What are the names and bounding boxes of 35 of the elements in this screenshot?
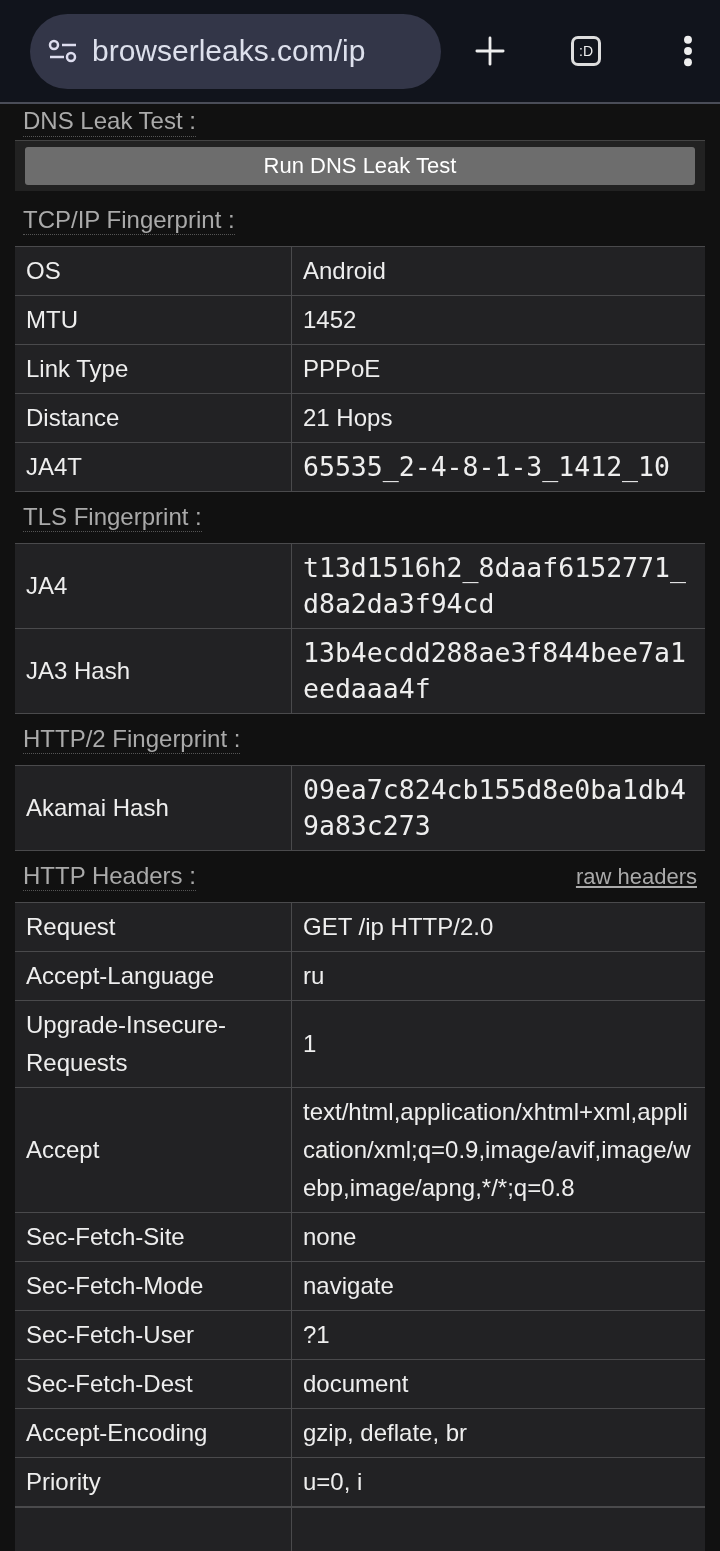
menu-icon[interactable] — [683, 35, 693, 67]
table-cell: Accept — [15, 1087, 292, 1213]
section-title: TCP/IP Fingerprint : — [23, 205, 235, 236]
new-tab-icon[interactable] — [475, 36, 505, 66]
table-cell: Accept-Encoding — [15, 1408, 292, 1458]
raw-headers-link[interactable]: raw headers — [575, 863, 697, 890]
table-cell: 09ea7c824cb155d8e0ba1db49a83c273 — [291, 765, 705, 851]
table-cell: Android — [291, 246, 705, 296]
section-title: HTTP/2 Fingerprint : — [23, 724, 241, 755]
site-settings-icon[interactable] — [48, 39, 78, 63]
table-cell: Distance — [15, 393, 292, 443]
url-text: browserleaks.com/ip — [92, 34, 366, 68]
table-cell: Sec-Fetch-Dest — [15, 1359, 292, 1409]
table-cell: Priority — [15, 1457, 292, 1507]
address-bar[interactable]: browserleaks.com/ip — [30, 13, 441, 89]
table-cell: Upgrade-Insecure-Requests — [15, 1000, 292, 1088]
table-cell: JA4T — [15, 442, 292, 492]
table-cell: Akamai Hash — [15, 765, 292, 851]
table-cell: GET /ip HTTP/2.0 — [291, 902, 705, 952]
table-cell: OS — [15, 246, 292, 296]
section-title: HTTP Headers : — [23, 861, 196, 892]
table-cell: Accept-Language — [15, 951, 292, 1001]
table-cell: t13d1516h2_8daaf6152771_d8a2da3f94cd — [291, 543, 705, 629]
table-cell: Sec-Fetch-Site — [15, 1212, 292, 1262]
section-title: DNS Leak Test : — [23, 107, 196, 137]
table-cell: Sec-Fetch-User — [15, 1310, 292, 1360]
table-cell: MTU — [15, 295, 292, 345]
tab-switcher-button[interactable]: :D — [571, 36, 601, 66]
section-title: TLS Fingerprint : — [23, 502, 202, 533]
table-cell: Sec-Fetch-Mode — [15, 1261, 292, 1311]
table-cell: JA3 Hash — [15, 628, 292, 714]
table-cell: JA4 — [15, 543, 292, 629]
table-cell: Link Type — [15, 344, 292, 394]
run-test-button[interactable]: Run DNS Leak Test — [25, 147, 695, 185]
table-cell: Request — [15, 902, 292, 952]
